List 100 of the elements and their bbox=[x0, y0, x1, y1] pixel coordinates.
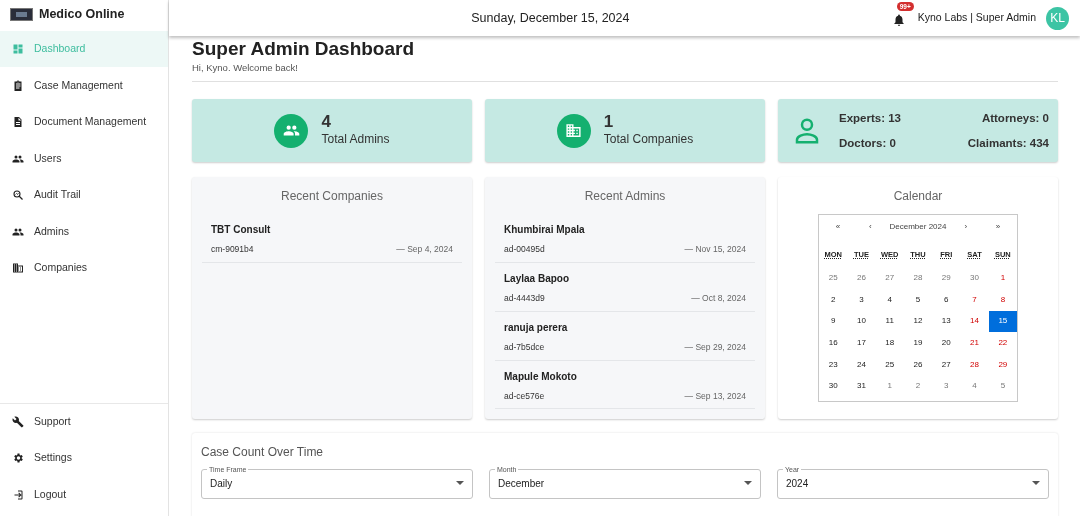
calendar-day[interactable]: 21 bbox=[960, 332, 989, 354]
stat-label: Total Admins bbox=[321, 131, 390, 149]
logout-icon bbox=[12, 488, 24, 501]
calendar-day[interactable]: 17 bbox=[847, 332, 876, 354]
calendar-day[interactable]: 2 bbox=[819, 289, 848, 311]
panel-title: Recent Admins bbox=[583, 188, 667, 206]
settings-icon bbox=[12, 452, 24, 465]
item-id: ad-7b5dce bbox=[504, 340, 545, 354]
card-title: Case Count Over Time bbox=[201, 444, 325, 462]
logo-icon bbox=[10, 7, 33, 21]
calendar-day[interactable]: 14 bbox=[960, 310, 989, 333]
stat-text: Attorneys: 0 bbox=[980, 110, 1049, 126]
calendar-day[interactable]: 3 bbox=[932, 375, 961, 398]
building-icon bbox=[565, 122, 583, 140]
calendar-day[interactable]: 26 bbox=[903, 353, 933, 376]
calendar-day[interactable]: 6 bbox=[932, 289, 961, 311]
calendar-day[interactable]: 25 bbox=[875, 353, 904, 376]
calendar-day[interactable]: 19 bbox=[903, 332, 933, 354]
item-name: Laylaa Bapoo bbox=[504, 272, 571, 286]
user-label: Kyno Labs | Super Admin bbox=[917, 10, 1036, 26]
wrench-icon bbox=[12, 415, 24, 428]
building-icon bbox=[12, 262, 24, 274]
calendar-day[interactable]: 4 bbox=[960, 375, 989, 398]
field-value: Daily bbox=[210, 476, 234, 491]
next-button[interactable]: › bbox=[952, 221, 979, 234]
calendar-day[interactable]: 30 bbox=[960, 267, 989, 290]
prev-button[interactable]: ‹ bbox=[857, 221, 884, 234]
sidebar-item[interactable]: Case Management bbox=[0, 67, 168, 104]
item-name: TBT Consult bbox=[211, 223, 272, 238]
item-id: ad-00495d bbox=[504, 243, 545, 256]
calendar-day[interactable]: 29 bbox=[988, 353, 1017, 376]
list-item[interactable]: Khumbirai Mpala ad-00495d — Nov 15, 2024 bbox=[495, 222, 755, 263]
calendar-day[interactable]: 11 bbox=[875, 310, 904, 333]
calendar-day[interactable]: 28 bbox=[960, 353, 989, 376]
calendar-day[interactable]: 2 bbox=[903, 375, 933, 398]
bell-icon[interactable] bbox=[891, 13, 906, 28]
field-value: 2024 bbox=[786, 476, 810, 491]
calendar-day[interactable]: 10 bbox=[847, 310, 876, 333]
item-date: — Sep 4, 2024 bbox=[396, 243, 453, 256]
item-name: ranuja perera bbox=[504, 320, 569, 335]
page-title: Super Admin Dashboard bbox=[192, 38, 416, 60]
calendar-day[interactable]: 27 bbox=[875, 267, 904, 290]
calendar-day[interactable]: 30 bbox=[819, 375, 848, 398]
stat-text: Doctors: 0 bbox=[839, 135, 897, 151]
item-id: ad-ce576e bbox=[504, 389, 545, 403]
calendar-day[interactable]: 1 bbox=[988, 267, 1017, 290]
list-item[interactable]: Mapule Mokoto ad-ce576e — Sep 13, 2024 bbox=[495, 368, 755, 410]
calendar-day[interactable]: 22 bbox=[988, 332, 1017, 354]
calendar-day[interactable]: 5 bbox=[988, 375, 1017, 398]
calendar-day[interactable]: 31 bbox=[847, 375, 876, 398]
calendar-day[interactable]: 1 bbox=[875, 375, 904, 398]
item-date: — Nov 15, 2024 bbox=[684, 243, 746, 256]
sidebar-item[interactable]: Admins bbox=[0, 213, 168, 250]
dashboard-icon bbox=[12, 43, 24, 55]
calendar-day[interactable]: 24 bbox=[847, 353, 876, 376]
item-id: cm-9091b4 bbox=[211, 243, 254, 256]
item-name: Mapule Mokoto bbox=[504, 369, 578, 384]
list-item[interactable]: Laylaa Bapoo ad-4443d9 — Oct 8, 2024 bbox=[495, 271, 755, 312]
list-item[interactable]: TBT Consult cm-9091b4 — Sep 4, 2024 bbox=[202, 222, 462, 263]
item-date: — Sep 13, 2024 bbox=[684, 389, 746, 403]
app-name: Medico Online bbox=[39, 5, 125, 23]
sidebar-item[interactable]: Logout bbox=[0, 476, 168, 513]
sidebar-item[interactable]: Document Management bbox=[0, 103, 168, 141]
calendar-day[interactable]: 16 bbox=[819, 332, 848, 354]
calendar-day[interactable]: 29 bbox=[932, 267, 961, 290]
sidebar-item[interactable]: Users bbox=[0, 140, 168, 177]
calendar-day[interactable]: 4 bbox=[875, 289, 904, 311]
sidebar-item[interactable]: Audit Trail bbox=[0, 176, 168, 214]
calendar-day[interactable]: 8 bbox=[988, 289, 1017, 311]
calendar-day[interactable]: 25 bbox=[819, 267, 848, 290]
stat-text: Experts: 13 bbox=[839, 110, 902, 126]
calendar-day[interactable]: 13 bbox=[932, 310, 961, 333]
calendar-day[interactable]: 18 bbox=[875, 332, 904, 354]
calendar-day[interactable]: 20 bbox=[932, 332, 961, 354]
calendar-day[interactable]: 28 bbox=[903, 267, 933, 290]
calendar-day[interactable]: 15 bbox=[988, 310, 1017, 333]
caret-icon bbox=[1032, 481, 1040, 486]
first-button[interactable]: « bbox=[825, 221, 851, 234]
calendar-day[interactable]: 7 bbox=[960, 289, 989, 311]
calendar-day[interactable]: 5 bbox=[903, 289, 933, 311]
panel-title: Recent Companies bbox=[279, 188, 385, 206]
item-name: Khumbirai Mpala bbox=[504, 223, 586, 238]
last-button[interactable]: » bbox=[985, 221, 1011, 234]
sidebar-item[interactable]: Settings bbox=[0, 440, 168, 477]
stat-value: 1 bbox=[603, 113, 615, 131]
calendar-day[interactable]: 23 bbox=[819, 353, 848, 376]
sidebar-item[interactable]: Companies bbox=[0, 249, 168, 287]
calendar-day[interactable]: 9 bbox=[819, 310, 848, 333]
calendar-day[interactable]: 27 bbox=[932, 353, 961, 376]
clipboard-icon bbox=[12, 79, 24, 92]
sidebar-item[interactable]: Support bbox=[0, 403, 168, 440]
item-id: ad-4443d9 bbox=[504, 292, 545, 305]
calendar-day[interactable]: 12 bbox=[903, 310, 933, 333]
stat-text: Claimants: 434 bbox=[967, 135, 1049, 151]
caret-icon bbox=[744, 481, 752, 486]
panel-title: Calendar bbox=[892, 188, 944, 206]
calendar-day[interactable]: 3 bbox=[847, 289, 876, 311]
calendar-day[interactable]: 26 bbox=[847, 267, 876, 290]
list-item[interactable]: ranuja perera ad-7b5dce — Sep 29, 2024 bbox=[495, 319, 755, 361]
item-date: — Oct 8, 2024 bbox=[691, 292, 746, 305]
